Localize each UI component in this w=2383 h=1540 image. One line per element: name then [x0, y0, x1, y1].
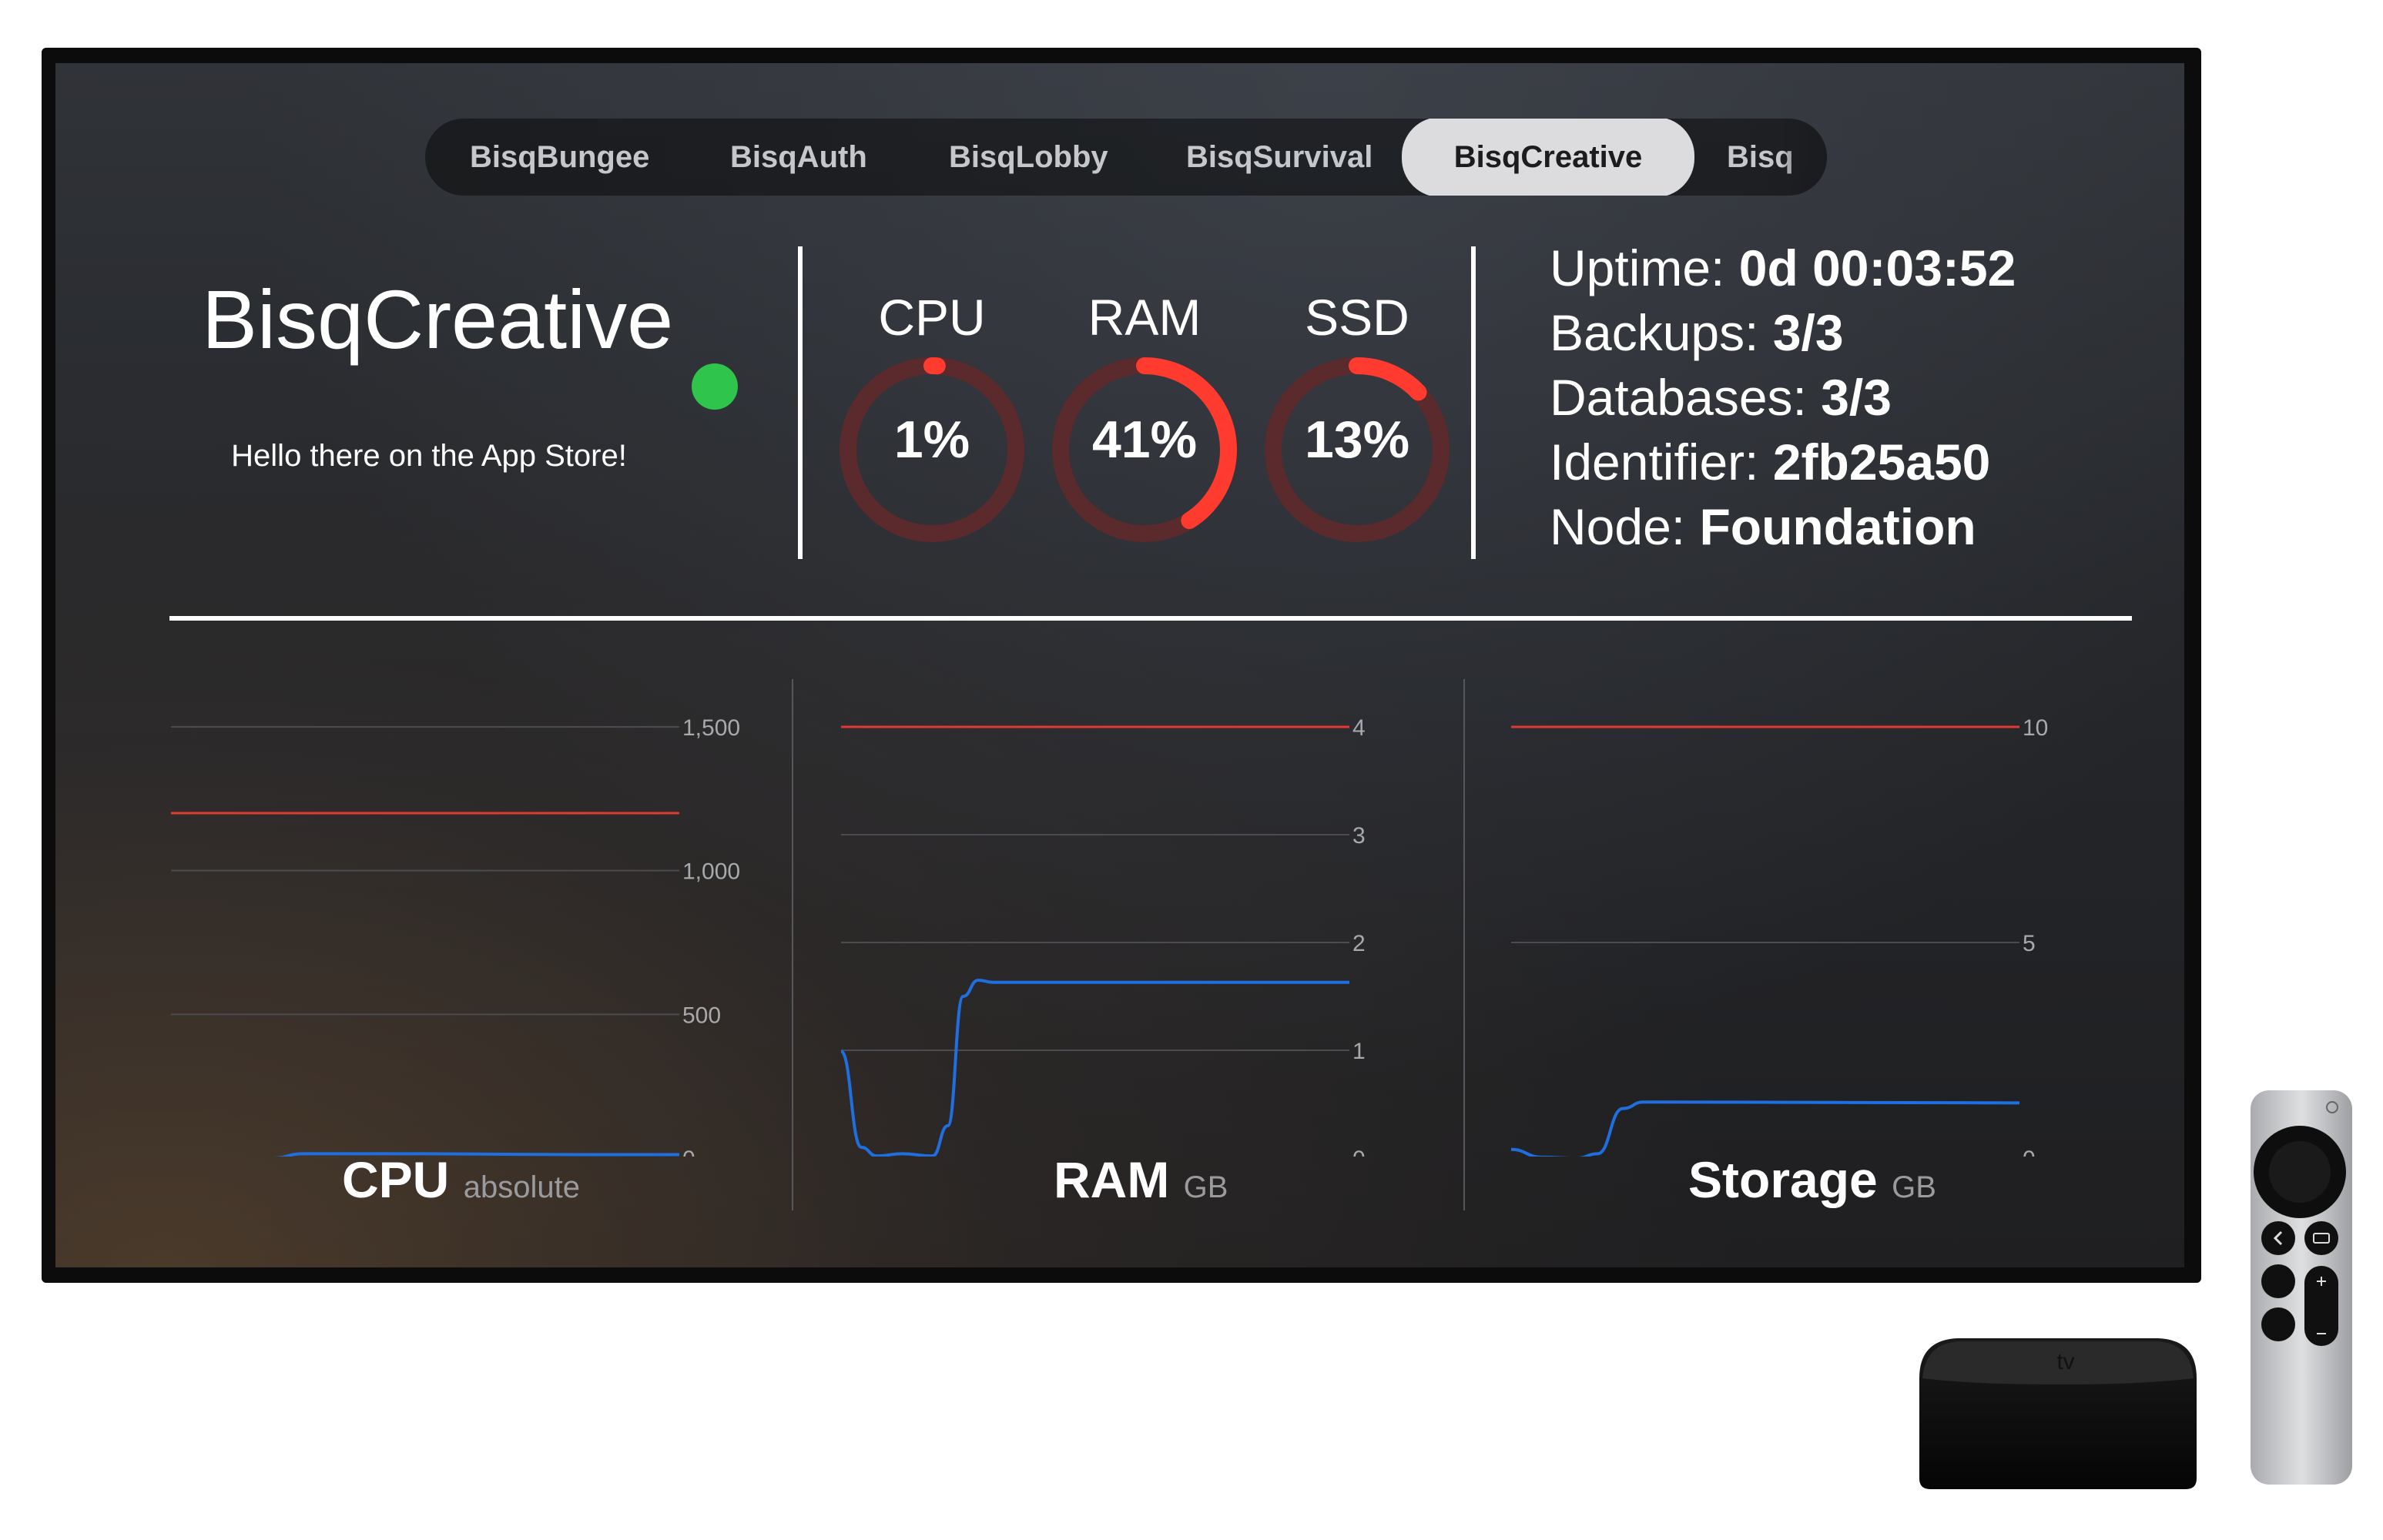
tab-bisqcreative[interactable]: BisqCreative [1402, 119, 1694, 196]
stat-backups-label: Backups: [1550, 304, 1759, 361]
gauge-label-cpu: CPU [878, 289, 986, 346]
stat-node: Node: Foundation [1550, 497, 1976, 556]
gauge-value-cpu: 1% [893, 410, 970, 469]
graph-divider-1 [792, 679, 793, 1210]
tv-frame: BisqBungee BisqAuth BisqLobby BisqSurviv… [42, 48, 2201, 1283]
stat-databases: Databases: 3/3 [1550, 368, 1892, 427]
y-tick-label: 500 [682, 1003, 721, 1028]
y-tick-label: 1,000 [682, 859, 740, 885]
graph-title-storage-label: Storage [1688, 1151, 1878, 1208]
tab-bisqsurvival[interactable]: BisqSurvival [1186, 119, 1372, 196]
stat-identifier: Identifier: 2fb25a50 [1550, 433, 1990, 491]
tab-bisqlobby[interactable]: BisqLobby [949, 119, 1108, 196]
graph-title-ram-label: RAM [1054, 1151, 1170, 1208]
y-tick-label: 0 [1352, 1147, 1366, 1157]
graph-unit-ram: GB [1183, 1170, 1228, 1204]
stat-node-label: Node: [1550, 498, 1686, 555]
gauge-value-ssd: 13% [1304, 410, 1410, 469]
tab-bisqauth[interactable]: BisqAuth [730, 119, 867, 196]
siri-remote [2251, 1090, 2352, 1485]
stat-identifier-value: 2fb25a50 [1772, 434, 1991, 490]
stat-uptime: Uptime: 0d 00:03:52 [1550, 239, 2016, 297]
stat-node-value: Foundation [1699, 498, 1976, 555]
gauge-value-ram: 41% [1091, 410, 1198, 469]
server-name: BisqCreative [202, 273, 674, 366]
remote-mute-button[interactable] [2261, 1307, 2295, 1341]
stat-databases-value: 3/3 [1821, 369, 1892, 426]
server-message: Hello there on the App Store! [231, 439, 627, 473]
usage-series-line [1511, 1100, 2020, 1157]
y-tick-label: 0 [2023, 1147, 2036, 1157]
tab-bisqbungee[interactable]: BisqBungee [470, 119, 649, 196]
apple-tv-box: tv [1919, 1338, 2197, 1489]
graph-unit-cpu: absolute [463, 1170, 580, 1204]
graph-storage: 0 5 10 [1511, 715, 2048, 1157]
gauge-label-ram: RAM [1088, 289, 1202, 346]
vertical-divider-left [798, 246, 803, 559]
remote-play-pause-button[interactable] [2261, 1264, 2295, 1298]
horizontal-divider [169, 616, 2132, 621]
graph-unit-storage: GB [1892, 1170, 1936, 1204]
status-indicator-dot [692, 363, 738, 410]
y-tick-label: 2 [1352, 931, 1366, 956]
stat-backups-value: 3/3 [1772, 304, 1844, 361]
tv-screen: BisqBungee BisqAuth BisqLobby BisqSurviv… [55, 63, 2184, 1267]
y-tick-label: 1 [1352, 1039, 1366, 1064]
tab-overflow-fade [1781, 119, 1827, 196]
stat-uptime-label: Uptime: [1550, 239, 1725, 296]
usage-series-line [841, 978, 1349, 1157]
stat-uptime-value: 0d 00:03:52 [1738, 239, 2016, 296]
graph-cpu: 0 500 1,000 1,500 [171, 715, 740, 1157]
stat-backups: Backups: 3/3 [1550, 303, 1844, 362]
server-tab-bar: BisqBungee BisqAuth BisqLobby BisqSurviv… [425, 119, 1827, 196]
stat-identifier-label: Identifier: [1550, 434, 1759, 490]
y-tick-label: 1,500 [682, 715, 740, 741]
remote-tv-button[interactable] [2304, 1221, 2338, 1255]
graph-ram: 0 1 2 3 4 [841, 715, 1366, 1157]
vertical-divider-right [1471, 246, 1476, 559]
graph-title-cpu: CPU absolute [342, 1150, 580, 1209]
gauge-label-ssd: SSD [1305, 289, 1409, 346]
graph-title-storage: Storage GB [1688, 1150, 1936, 1209]
graph-title-cpu-label: CPU [342, 1151, 450, 1208]
y-tick-label: 3 [1352, 823, 1366, 849]
y-tick-label: 4 [1352, 715, 1366, 741]
y-tick-label: 0 [682, 1147, 695, 1157]
y-tick-label: 5 [2023, 931, 2036, 956]
stat-databases-label: Databases: [1550, 369, 1807, 426]
graph-divider-2 [1463, 679, 1465, 1210]
graph-title-ram: RAM GB [1054, 1150, 1228, 1209]
remote-back-button[interactable] [2261, 1221, 2295, 1255]
y-tick-label: 10 [2023, 715, 2048, 741]
apple-tv-logo: tv [2056, 1349, 2074, 1374]
